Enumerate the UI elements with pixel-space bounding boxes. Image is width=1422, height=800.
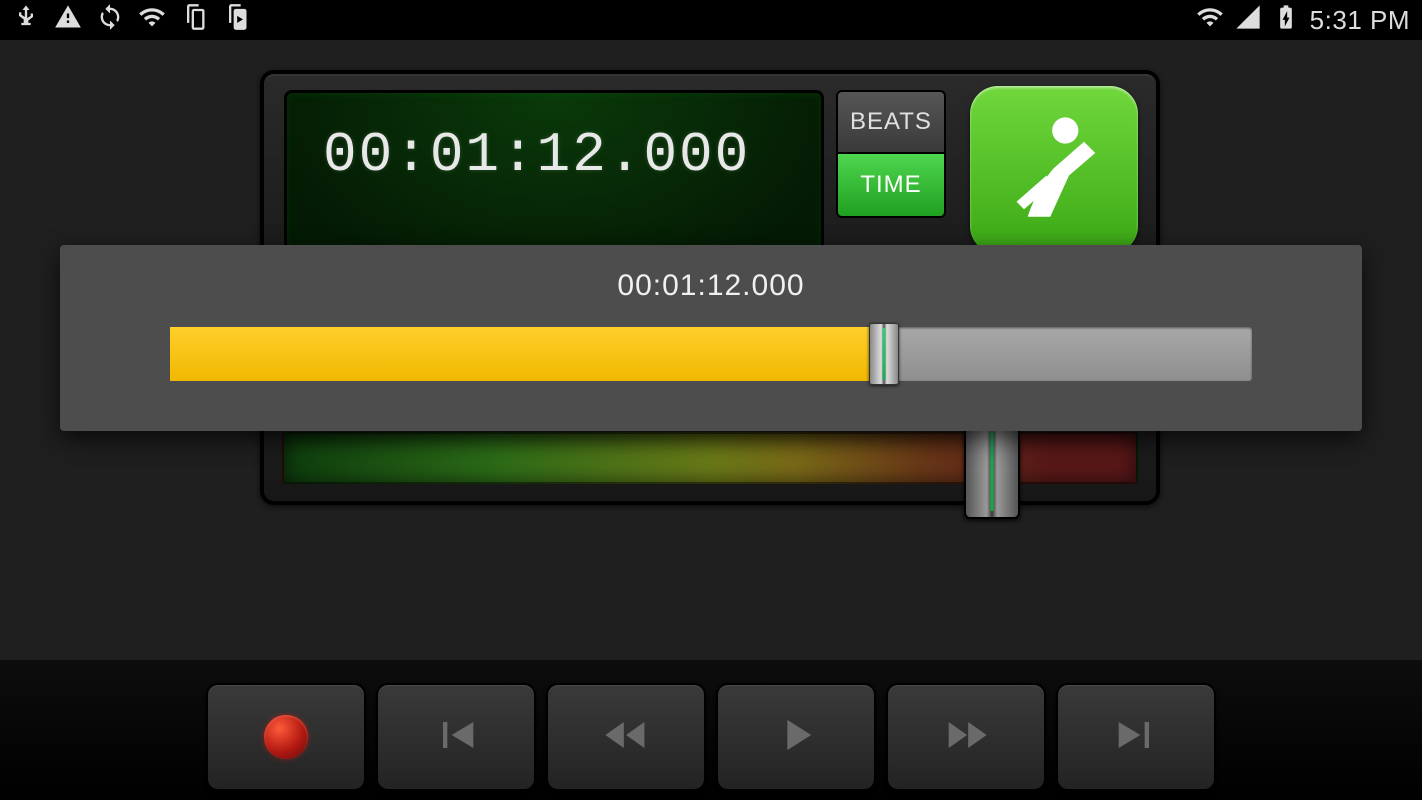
status-right-icons: 5:31 PM xyxy=(1196,3,1410,38)
status-bar: 5:31 PM xyxy=(0,0,1422,40)
forward-button[interactable] xyxy=(886,683,1046,791)
seek-overlay: 00:01:12.000 xyxy=(60,245,1362,431)
app-logo[interactable] xyxy=(970,86,1138,254)
clipboard-icon xyxy=(180,3,208,38)
warning-icon xyxy=(54,3,82,38)
timecode-display: 00:01:12.000 xyxy=(323,123,750,187)
skip-forward-icon xyxy=(1110,709,1162,766)
time-button[interactable]: TIME xyxy=(836,154,946,218)
wifi-icon xyxy=(138,3,166,38)
seek-slider-fill xyxy=(170,327,884,381)
forward-icon xyxy=(940,709,992,766)
seek-slider[interactable] xyxy=(170,327,1252,381)
rewind-icon xyxy=(600,709,652,766)
cell-signal-icon xyxy=(1234,3,1262,38)
record-button[interactable] xyxy=(206,683,366,791)
main-area: 00:01:12.000 BEATS TIME 00:01:12.000 xyxy=(0,40,1422,660)
rewind-button[interactable] xyxy=(546,683,706,791)
battery-charging-icon xyxy=(1272,3,1300,38)
wifi-signal-icon xyxy=(1196,3,1224,38)
sync-icon xyxy=(96,3,124,38)
beats-button[interactable]: BEATS xyxy=(836,90,946,154)
display-mode-toggle: BEATS TIME xyxy=(836,90,946,218)
record-icon xyxy=(264,715,308,759)
seek-time-label: 00:01:12.000 xyxy=(170,269,1252,303)
skip-back-button[interactable] xyxy=(376,683,536,791)
play-button[interactable] xyxy=(716,683,876,791)
usb-icon xyxy=(12,3,40,38)
skip-back-icon xyxy=(430,709,482,766)
seek-slider-thumb[interactable] xyxy=(869,323,899,385)
clipboard-play-icon xyxy=(222,3,250,38)
clock-time: 5:31 PM xyxy=(1310,5,1410,36)
skip-forward-button[interactable] xyxy=(1056,683,1216,791)
transport-bar xyxy=(0,660,1422,800)
play-icon xyxy=(770,709,822,766)
status-left-icons xyxy=(12,3,250,38)
logo-person-icon xyxy=(994,108,1114,233)
